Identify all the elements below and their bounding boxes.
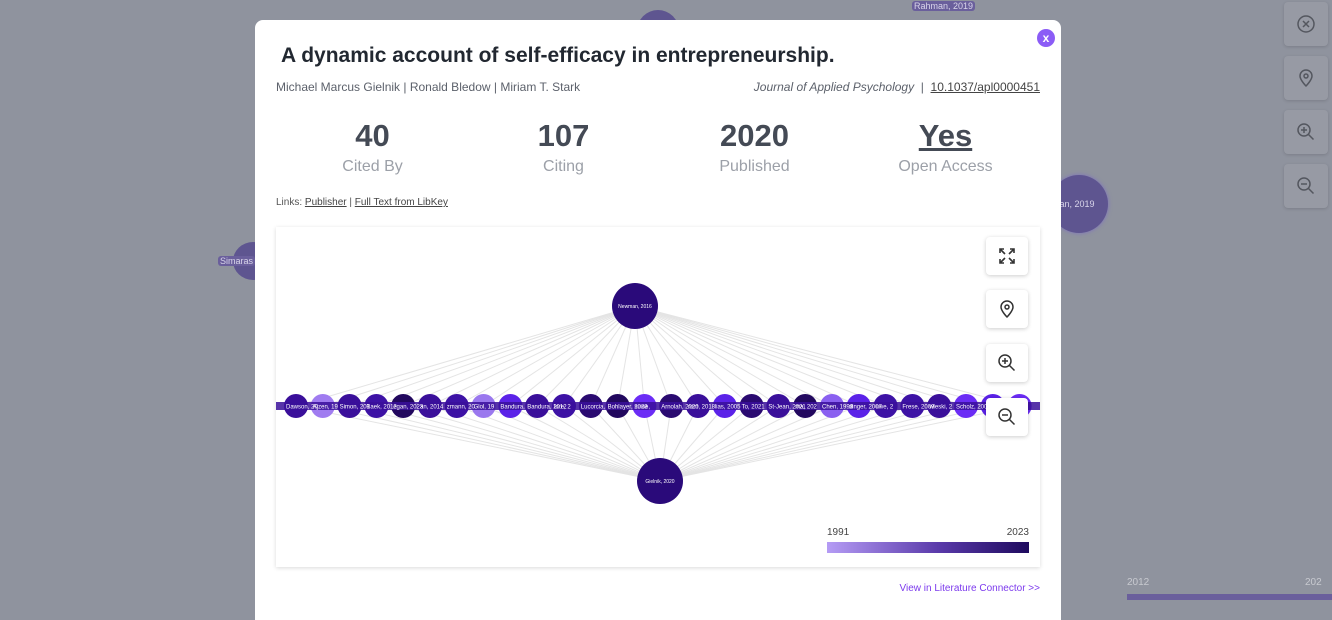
paper-node-label: uwe, 2 xyxy=(876,405,894,411)
paper-node-label: zmann, 20 xyxy=(447,405,476,411)
location-pin-icon xyxy=(1000,300,1014,319)
citation-edge xyxy=(510,305,636,407)
paper-node-label: Glol, 19 xyxy=(474,405,495,411)
zoom-out-icon xyxy=(1297,177,1315,195)
zoom-in-button[interactable] xyxy=(1284,110,1328,154)
open-access-link[interactable]: Yes xyxy=(850,118,1041,154)
citation-edge xyxy=(634,305,940,407)
zoom-in-button[interactable] xyxy=(986,344,1028,382)
paper-node-label: lias, 2005 xyxy=(715,405,741,411)
paper-node-label: wleski, 2 xyxy=(928,405,953,411)
publisher-link[interactable]: Publisher xyxy=(305,197,347,208)
fullscreen-icon xyxy=(999,248,1015,264)
libkey-link[interactable]: Full Text from LibKey xyxy=(355,197,448,208)
paper-title: A dynamic account of self-efficacy in en… xyxy=(281,44,835,67)
legend-max: 2023 xyxy=(1006,527,1029,538)
citation-edge xyxy=(295,305,636,407)
zoom-in-icon xyxy=(1297,123,1315,141)
close-circle-icon xyxy=(1297,15,1315,33)
citation-edge xyxy=(634,305,967,407)
zoom-in-icon xyxy=(998,354,1016,372)
timeline-end: 202 xyxy=(1305,577,1322,588)
stat-label: Open Access xyxy=(898,158,993,175)
stat-value: 2020 xyxy=(720,118,789,153)
paper-node-label: lore, 2 xyxy=(554,405,571,411)
locate-button[interactable] xyxy=(986,290,1028,328)
background-node-label: Simaras xyxy=(218,256,256,266)
legend-min: 1991 xyxy=(827,527,850,538)
location-pin-icon xyxy=(1299,69,1313,88)
stat-cited-by: 40 Cited By xyxy=(277,118,468,176)
citation-edge xyxy=(634,305,860,407)
zoom-out-button[interactable] xyxy=(986,398,1028,436)
graph-canvas[interactable]: Dawson, 20Ajzen, 19 Simon, 201Baek, 2012e… xyxy=(276,227,1040,567)
paper-node-label: Newman, 2016 xyxy=(618,304,652,310)
stat-value: 107 xyxy=(537,118,590,153)
stat-open-access: Yes Open Access xyxy=(850,118,1041,176)
stat-label: Published xyxy=(719,158,790,175)
paper-node-label: suwe, xyxy=(634,405,650,411)
citation-graph[interactable]: Dawson, 20 Ajzen, 19 Simon, 201 Baek, 2012 e… xyxy=(276,227,1040,567)
citation-edge xyxy=(634,305,806,407)
stat-value: 40 xyxy=(355,118,390,153)
paper-node-label: Ajzen, 19 xyxy=(313,405,339,411)
paper-node-label: rom, 2018 xyxy=(688,405,716,411)
paper-node-label: an, 2014 xyxy=(420,405,444,411)
view-in-literature-connector-link[interactable]: View in Literature Connector >> xyxy=(900,583,1040,594)
paper-node-label: Gielnik, 2020 xyxy=(645,479,674,485)
journal-name: Journal of Applied Psychology xyxy=(753,80,915,94)
citation-edge xyxy=(659,405,806,482)
citation-edge xyxy=(634,305,779,407)
zoom-out-button[interactable] xyxy=(1284,164,1328,208)
paper-node-label: To, 2021 xyxy=(742,405,766,411)
stat-label: Cited By xyxy=(342,158,403,175)
citation-edge xyxy=(403,305,636,407)
journal-info: Journal of Applied Psychology | 10.1037/… xyxy=(753,80,1040,94)
doi-link[interactable]: 10.1037/apl0000451 xyxy=(931,80,1040,94)
close-circle-button[interactable] xyxy=(1284,2,1328,46)
citation-edge xyxy=(634,305,913,407)
citation-edge xyxy=(456,305,636,407)
stat-label: Citing xyxy=(543,158,584,175)
links-label: Links: xyxy=(276,197,303,208)
paper-node-label: Bandura, xyxy=(500,405,525,411)
stats-row: 40 Cited By 107 Citing 2020 Published Yes Op… xyxy=(277,118,1041,176)
citation-edge xyxy=(634,305,886,407)
citation-edge xyxy=(322,305,636,407)
links-row: Links: Publisher | Full Text from LibKey xyxy=(276,197,448,208)
legend-gradient xyxy=(827,542,1029,553)
locate-button[interactable] xyxy=(1284,56,1328,100)
year-legend: 1991 2023 xyxy=(827,527,1029,553)
timeline-start: 2012 xyxy=(1127,577,1150,588)
citation-edge xyxy=(349,305,636,407)
authors: Michael Marcus Gielnik | Ronald Bledow |… xyxy=(276,80,581,94)
close-button[interactable]: x xyxy=(1037,29,1055,47)
fullscreen-button[interactable] xyxy=(986,237,1028,275)
paper-details-modal: x A dynamic account of self-efficacy in … xyxy=(255,20,1061,620)
stat-citing: 107 Citing xyxy=(468,118,659,176)
timeline-bar[interactable] xyxy=(1127,594,1332,600)
stat-published: 2020 Published xyxy=(659,118,850,176)
background-node-label: Rahman, 2019 xyxy=(912,1,976,11)
citation-edge xyxy=(429,305,636,407)
paper-node-label: Lucorcia, xyxy=(581,405,606,411)
paper-node-label: ma, 202 xyxy=(795,405,817,411)
zoom-out-icon xyxy=(998,408,1016,426)
